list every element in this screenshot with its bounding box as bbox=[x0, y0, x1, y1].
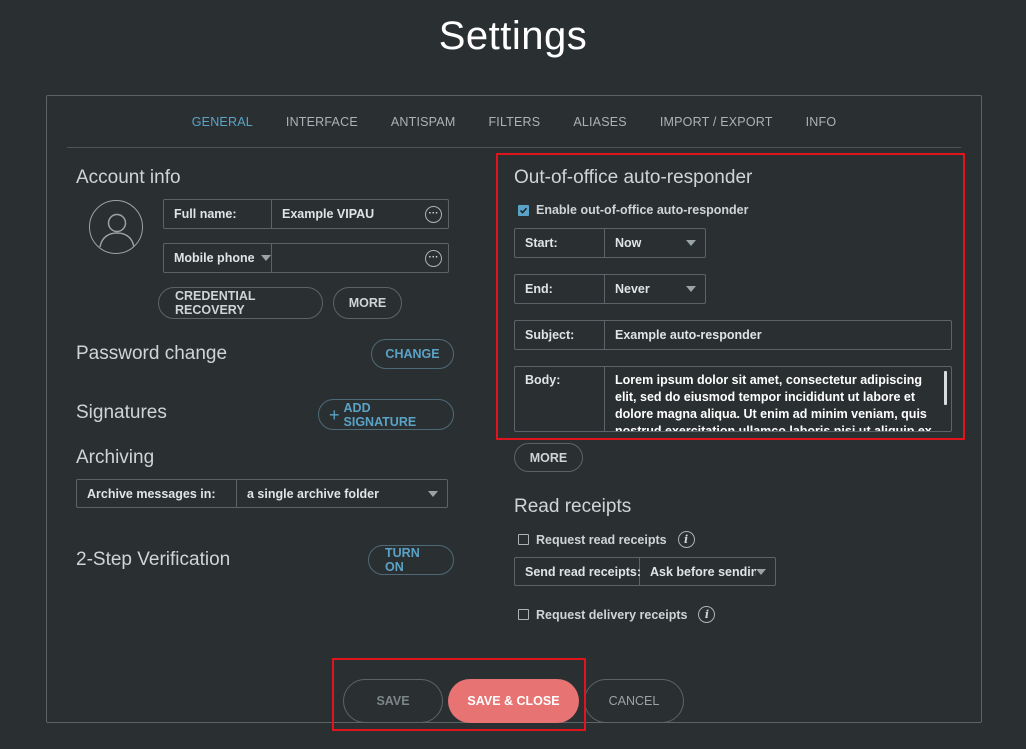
plus-icon: + bbox=[329, 404, 340, 425]
end-select[interactable]: End: Never bbox=[514, 274, 706, 304]
turn-on-button[interactable]: TURN ON bbox=[368, 545, 454, 575]
cancel-button[interactable]: CANCEL bbox=[584, 679, 684, 723]
start-value[interactable]: Now bbox=[605, 229, 686, 257]
request-read-receipts-checkbox[interactable]: Request read receipts i bbox=[518, 531, 695, 548]
request-read-receipts-label: Request read receipts bbox=[536, 532, 667, 547]
checkbox-icon[interactable] bbox=[518, 534, 529, 545]
start-select[interactable]: Start: Now bbox=[514, 228, 706, 258]
end-label: End: bbox=[515, 275, 605, 303]
enable-ooo-checkbox[interactable]: Enable out-of-office auto-responder bbox=[518, 203, 749, 217]
request-delivery-receipts-checkbox[interactable]: Request delivery receipts i bbox=[518, 606, 716, 623]
scrollbar-thumb[interactable] bbox=[944, 371, 947, 405]
chevron-down-icon bbox=[260, 255, 271, 261]
tab-antispam[interactable]: ANTISPAM bbox=[391, 115, 456, 129]
body-text: Lorem ipsum dolor sit amet, consectetur … bbox=[615, 373, 932, 431]
account-info-title: Account info bbox=[76, 167, 181, 188]
add-signature-label: ADD SIGNATURE bbox=[343, 400, 417, 429]
request-delivery-receipts-label: Request delivery receipts bbox=[536, 607, 688, 622]
body-label: Body: bbox=[515, 367, 605, 431]
tab-interface[interactable]: INTERFACE bbox=[286, 115, 358, 129]
more-options-icon[interactable]: ··· bbox=[425, 205, 442, 223]
read-receipts-title: Read receipts bbox=[514, 496, 632, 517]
tab-info[interactable]: INFO bbox=[806, 115, 837, 129]
avatar-icon bbox=[89, 200, 143, 254]
tab-general[interactable]: GENERAL bbox=[192, 115, 253, 129]
mobile-phone-label: Mobile phone bbox=[174, 251, 255, 265]
save-button[interactable]: SAVE bbox=[343, 679, 443, 723]
info-icon[interactable]: i bbox=[677, 531, 695, 548]
archive-select[interactable]: Archive messages in: a single archive fo… bbox=[76, 479, 448, 508]
archiving-title: Archiving bbox=[76, 447, 155, 468]
change-password-button[interactable]: CHANGE bbox=[371, 339, 454, 369]
subject-label: Subject: bbox=[515, 321, 605, 349]
page-title: Settings bbox=[438, 14, 588, 58]
archive-label: Archive messages in: bbox=[77, 480, 237, 507]
checkbox-icon[interactable] bbox=[518, 609, 529, 620]
end-value[interactable]: Never bbox=[605, 275, 686, 303]
account-more-button[interactable]: MORE bbox=[333, 287, 402, 319]
full-name-field[interactable]: Full name: Example VIPAU ··· bbox=[163, 199, 449, 229]
send-read-receipts-select[interactable]: Send read receipts: Ask before sending bbox=[514, 557, 776, 586]
tab-bar: GENERAL INTERFACE ANTISPAM FILTERS ALIAS… bbox=[67, 96, 961, 148]
two-step-title: 2-Step Verification bbox=[76, 549, 231, 570]
chevron-down-icon bbox=[686, 286, 696, 292]
ooo-title: Out-of-office auto-responder bbox=[514, 167, 753, 188]
info-icon[interactable]: i bbox=[698, 606, 716, 623]
start-label: Start: bbox=[515, 229, 605, 257]
more-options-icon[interactable]: ··· bbox=[425, 249, 442, 267]
tab-filters[interactable]: FILTERS bbox=[488, 115, 540, 129]
mobile-phone-select[interactable]: Mobile phone bbox=[164, 244, 272, 272]
body-value[interactable]: Lorem ipsum dolor sit amet, consectetur … bbox=[605, 367, 951, 431]
archive-value[interactable]: a single archive folder bbox=[237, 480, 428, 507]
enable-ooo-label: Enable out-of-office auto-responder bbox=[536, 203, 749, 217]
checkbox-checked-icon[interactable] bbox=[518, 204, 529, 216]
ooo-more-button[interactable]: MORE bbox=[514, 443, 583, 472]
add-signature-button[interactable]: + ADD SIGNATURE bbox=[318, 399, 454, 430]
subject-value[interactable]: Example auto-responder bbox=[605, 321, 951, 349]
chevron-down-icon bbox=[428, 490, 438, 497]
credential-recovery-button[interactable]: CREDENTIAL RECOVERY bbox=[158, 287, 323, 319]
subject-field[interactable]: Subject: Example auto-responder bbox=[514, 320, 952, 350]
chevron-down-icon bbox=[756, 568, 766, 575]
full-name-value[interactable]: Example VIPAU bbox=[272, 200, 425, 228]
tab-import-export[interactable]: IMPORT / EXPORT bbox=[660, 115, 773, 129]
send-read-receipts-value[interactable]: Ask before sending bbox=[640, 558, 756, 585]
save-and-close-button[interactable]: SAVE & CLOSE bbox=[448, 679, 579, 723]
tab-aliases[interactable]: ALIASES bbox=[573, 115, 627, 129]
body-textarea[interactable]: Body: Lorem ipsum dolor sit amet, consec… bbox=[514, 366, 952, 432]
chevron-down-icon bbox=[686, 240, 696, 246]
mobile-phone-value[interactable] bbox=[272, 244, 425, 272]
mobile-phone-field[interactable]: Mobile phone ··· bbox=[163, 243, 449, 273]
send-read-receipts-label: Send read receipts: bbox=[515, 558, 641, 585]
signatures-title: Signatures bbox=[76, 402, 167, 423]
full-name-label: Full name: bbox=[164, 200, 272, 228]
password-change-title: Password change bbox=[76, 343, 228, 364]
